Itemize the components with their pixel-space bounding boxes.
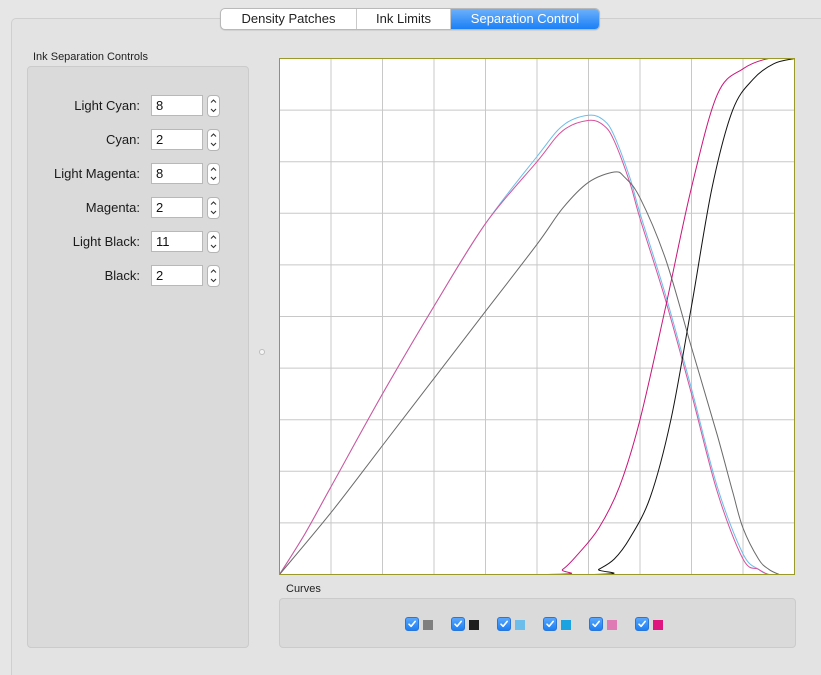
tab-ink-limits[interactable]: Ink Limits	[357, 9, 451, 29]
curve-toggle-light-black	[405, 617, 439, 631]
chevron-up-icon[interactable]	[208, 266, 219, 276]
control-row-light-cyan: Light Cyan: 8	[28, 95, 248, 117]
black-stepper[interactable]	[207, 265, 220, 287]
control-row-light-magenta: Light Magenta: 8	[28, 163, 248, 185]
checkbox-black[interactable]	[451, 617, 465, 631]
light-black-input[interactable]: 11	[151, 231, 203, 252]
swatch-light-magenta	[607, 620, 617, 630]
swatch-light-cyan	[515, 620, 525, 630]
chevron-up-icon[interactable]	[208, 164, 219, 174]
chevron-up-icon[interactable]	[208, 198, 219, 208]
separation-curves-plot	[279, 58, 795, 575]
chevron-down-icon[interactable]	[208, 140, 219, 150]
checkmark-icon	[592, 620, 600, 628]
control-row-light-black: Light Black: 11	[28, 231, 248, 253]
ink-separation-controls-group: Light Cyan: 8 Cyan: 2 Light Magenta: 8 Magenta…	[27, 66, 249, 648]
checkmark-icon	[500, 620, 508, 628]
black-input[interactable]: 2	[151, 265, 203, 286]
curves-title: Curves	[286, 583, 321, 595]
control-row-cyan: Cyan: 2	[28, 129, 248, 151]
swatch-black	[469, 620, 479, 630]
chevron-up-icon[interactable]	[208, 232, 219, 242]
curve-toggle-black	[451, 617, 485, 631]
label-black: Black:	[104, 268, 140, 283]
light-magenta-stepper[interactable]	[207, 163, 220, 185]
curve-toggle-cyan	[543, 617, 577, 631]
curve-toggle-magenta	[635, 617, 669, 631]
label-cyan: Cyan:	[106, 132, 140, 147]
checkbox-light-cyan[interactable]	[497, 617, 511, 631]
ink-separation-controls-title: Ink Separation Controls	[33, 51, 148, 63]
checkbox-magenta[interactable]	[635, 617, 649, 631]
swatch-cyan	[561, 620, 571, 630]
curves-group	[279, 598, 796, 648]
magenta-stepper[interactable]	[207, 197, 220, 219]
chevron-down-icon[interactable]	[208, 106, 219, 116]
control-row-black: Black: 2	[28, 265, 248, 287]
label-light-cyan: Light Cyan:	[74, 98, 140, 113]
label-light-black: Light Black:	[72, 234, 140, 249]
chevron-up-icon[interactable]	[208, 130, 219, 140]
tab-density-patches[interactable]: Density Patches	[221, 9, 357, 29]
tab-segmented-control: Density Patches Ink Limits Separation Co…	[220, 8, 600, 30]
label-magenta: Magenta:	[85, 200, 140, 215]
swatch-light-black	[423, 620, 433, 630]
checkmark-icon	[454, 620, 462, 628]
checkbox-light-black[interactable]	[405, 617, 419, 631]
chevron-down-icon[interactable]	[208, 242, 219, 252]
swatch-magenta	[653, 620, 663, 630]
checkmark-icon	[638, 620, 646, 628]
light-magenta-input[interactable]: 8	[151, 163, 203, 184]
splitter-handle[interactable]	[259, 349, 265, 355]
light-cyan-input[interactable]: 8	[151, 95, 203, 116]
magenta-input[interactable]: 2	[151, 197, 203, 218]
chevron-up-icon[interactable]	[208, 96, 219, 106]
light-black-stepper[interactable]	[207, 231, 220, 253]
chevron-down-icon[interactable]	[208, 174, 219, 184]
window: Density Patches Ink Limits Separation Co…	[0, 0, 821, 675]
checkmark-icon	[408, 620, 416, 628]
curve-toggle-light-cyan	[497, 617, 531, 631]
chevron-down-icon[interactable]	[208, 208, 219, 218]
cyan-stepper[interactable]	[207, 129, 220, 151]
tab-separation-control[interactable]: Separation Control	[451, 9, 599, 29]
chevron-down-icon[interactable]	[208, 276, 219, 286]
checkbox-cyan[interactable]	[543, 617, 557, 631]
label-light-magenta: Light Magenta:	[53, 166, 140, 181]
control-row-magenta: Magenta: 2	[28, 197, 248, 219]
light-cyan-stepper[interactable]	[207, 95, 220, 117]
cyan-input[interactable]: 2	[151, 129, 203, 150]
curve-toggle-light-magenta	[589, 617, 623, 631]
checkbox-light-magenta[interactable]	[589, 617, 603, 631]
checkmark-icon	[546, 620, 554, 628]
